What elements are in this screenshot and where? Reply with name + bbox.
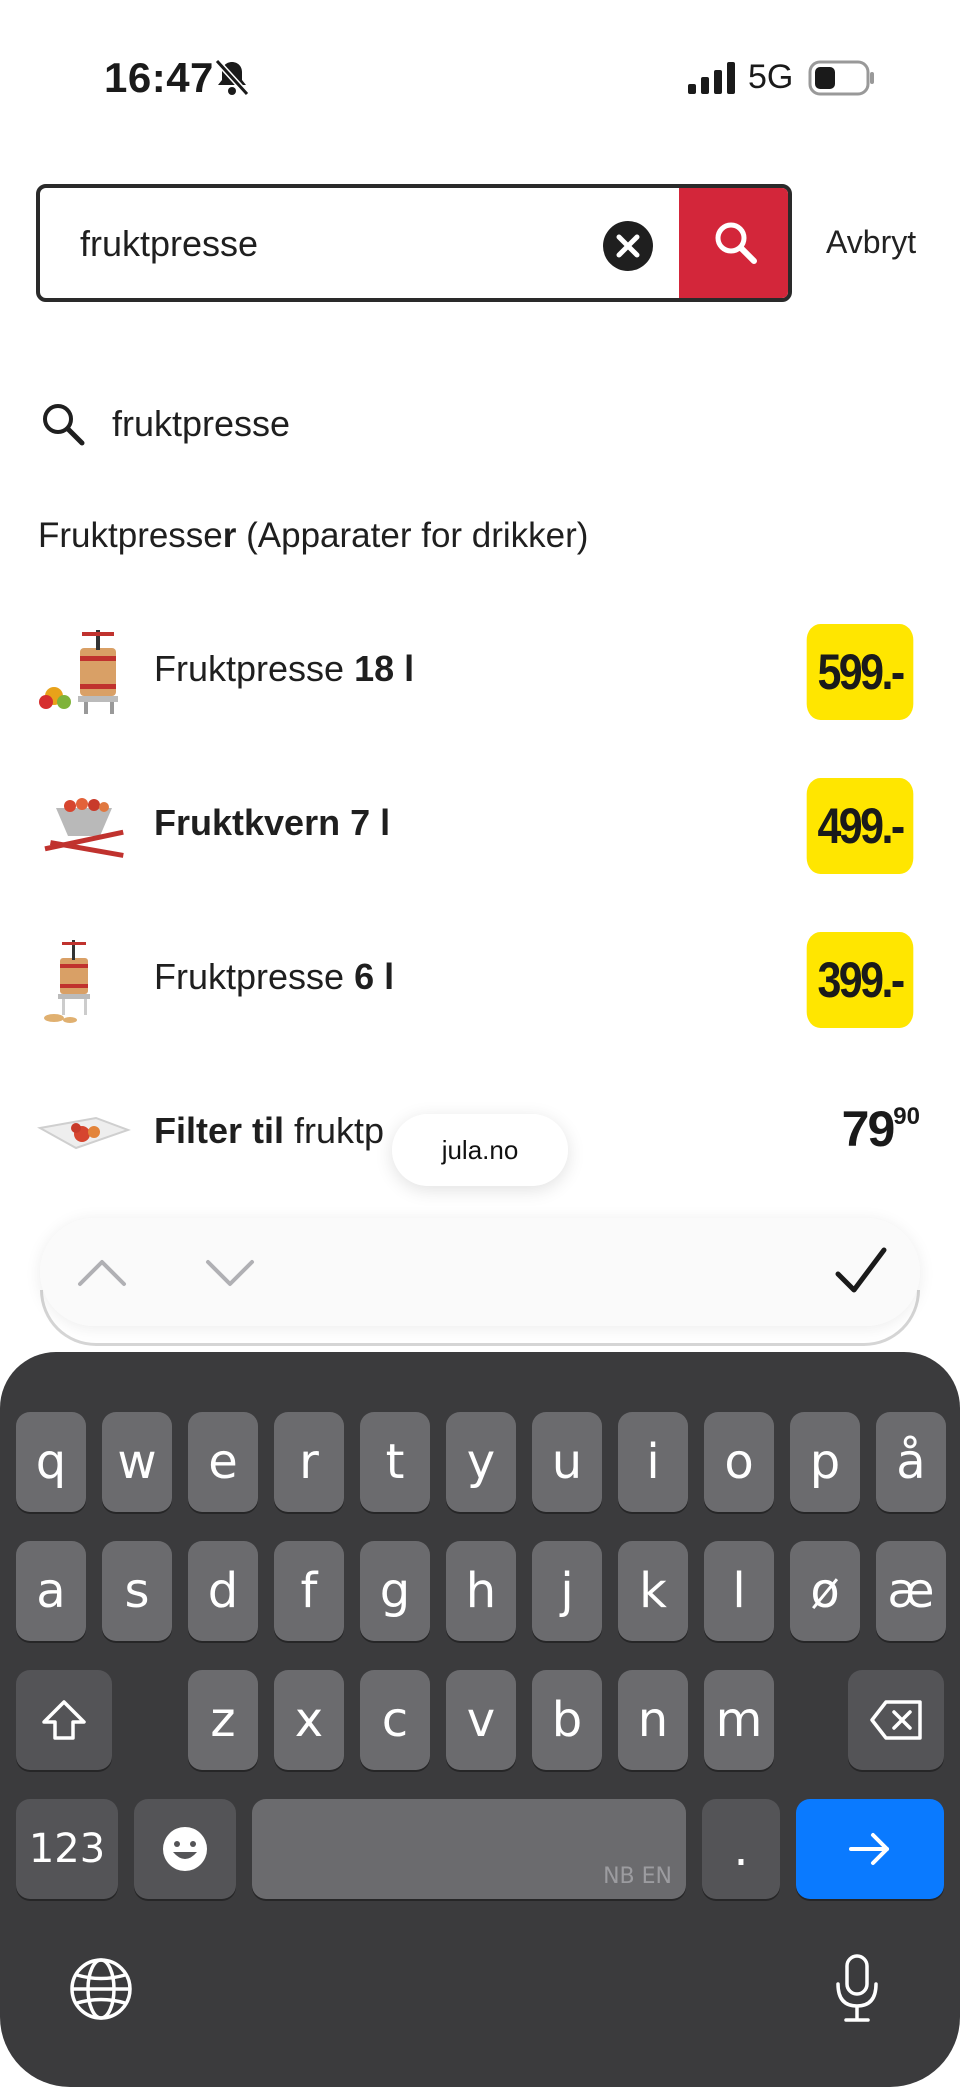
price-cents: 90: [893, 1103, 920, 1130]
category-context: (Apparater for drikker): [236, 516, 589, 555]
product-name-normal: Fruktpresse: [154, 956, 355, 997]
checkmark-icon[interactable]: [832, 1242, 890, 1300]
key-t[interactable]: t: [360, 1412, 430, 1512]
category-suggestion[interactable]: Fruktpresser (Apparater for drikker): [38, 516, 588, 556]
chevron-down-icon[interactable]: [202, 1248, 258, 1296]
bell-slash-icon: [214, 58, 250, 97]
key-v[interactable]: v: [446, 1670, 516, 1770]
product-name: Fruktpresse 6 l: [154, 956, 394, 998]
battery-icon: [808, 60, 874, 96]
period-key[interactable]: .: [702, 1799, 780, 1899]
key-aa[interactable]: å: [876, 1412, 946, 1512]
arrow-right-icon: [849, 1833, 889, 1865]
search-button[interactable]: [679, 188, 788, 298]
signal-icon: [688, 62, 735, 94]
key-x[interactable]: x: [274, 1670, 344, 1770]
backspace-icon: [870, 1700, 922, 1740]
delete-key[interactable]: [848, 1670, 944, 1770]
key-m[interactable]: m: [704, 1670, 774, 1770]
product-row[interactable]: Fruktkvern 7 l 499.-: [36, 770, 924, 880]
key-g[interactable]: g: [360, 1541, 430, 1641]
key-z[interactable]: z: [188, 1670, 258, 1770]
product-name: Filter til fruktp: [154, 1110, 384, 1152]
shift-key[interactable]: [16, 1670, 112, 1770]
numbers-key[interactable]: 123: [16, 1799, 118, 1899]
key-d[interactable]: d: [188, 1541, 258, 1641]
key-w[interactable]: w: [102, 1412, 172, 1512]
suggestion-text: fruktpresse: [112, 403, 291, 444]
globe-icon[interactable]: [68, 1956, 134, 2022]
close-icon: [616, 234, 640, 258]
key-n[interactable]: n: [618, 1670, 688, 1770]
key-oe[interactable]: ø: [790, 1541, 860, 1641]
shift-icon: [42, 1700, 86, 1740]
category-name-bold: r: [222, 516, 237, 555]
category-name: Fruktpresse: [38, 516, 223, 555]
product-name-normal: fruktp: [284, 1110, 385, 1151]
url-pill[interactable]: jula.no: [392, 1114, 568, 1186]
key-i[interactable]: i: [618, 1412, 688, 1512]
key-ae[interactable]: æ: [876, 1541, 946, 1641]
product-name-normal: Fruktpresse: [154, 648, 355, 689]
product-row[interactable]: Fruktpresse 6 l 399.-: [36, 924, 924, 1034]
price-tag: 499.-: [806, 778, 914, 874]
key-c[interactable]: c: [360, 1670, 430, 1770]
search-input[interactable]: [80, 216, 600, 272]
search-icon: [715, 222, 757, 264]
key-o[interactable]: o: [704, 1412, 774, 1512]
search-suggestion[interactable]: fruktpresse: [40, 396, 290, 452]
product-name-bold: 18 l: [354, 648, 415, 689]
chevron-up-icon[interactable]: [74, 1248, 130, 1296]
filter-bag-image: [37, 1116, 131, 1150]
key-k[interactable]: k: [618, 1541, 688, 1641]
fruit-grinder-image: [44, 798, 124, 858]
network-type: 5G: [748, 58, 794, 96]
key-q[interactable]: q: [16, 1412, 86, 1512]
key-r[interactable]: r: [274, 1412, 344, 1512]
fruit-press-image: [39, 630, 118, 714]
go-key[interactable]: [796, 1799, 944, 1899]
price-main: 79: [841, 1101, 896, 1157]
key-h[interactable]: h: [446, 1541, 516, 1641]
product-row[interactable]: Fruktpresse 18 l 599.-: [36, 616, 924, 726]
fruit-press-image: [44, 940, 90, 1023]
price-tag: 399.-: [806, 932, 914, 1028]
search-icon: [43, 404, 85, 446]
space-key[interactable]: NB EN: [252, 1799, 686, 1899]
key-y[interactable]: y: [446, 1412, 516, 1512]
clear-search-button[interactable]: [603, 221, 653, 271]
emoji-icon: [163, 1827, 207, 1871]
product-price: 7990: [842, 1100, 920, 1158]
key-a[interactable]: a: [16, 1541, 86, 1641]
key-l[interactable]: l: [704, 1541, 774, 1641]
cancel-button[interactable]: Avbryt: [826, 224, 916, 261]
microphone-icon[interactable]: [832, 1952, 882, 2026]
product-name: Fruktkvern 7 l: [154, 802, 390, 844]
price-tag: 599.-: [806, 624, 914, 720]
key-s[interactable]: s: [102, 1541, 172, 1641]
key-j[interactable]: j: [532, 1541, 602, 1641]
emoji-key[interactable]: [134, 1799, 236, 1899]
key-e[interactable]: e: [188, 1412, 258, 1512]
key-p[interactable]: p: [790, 1412, 860, 1512]
product-name-bold: Filter til: [154, 1110, 285, 1151]
product-name-bold: Fruktkvern 7 l: [154, 802, 391, 843]
key-b[interactable]: b: [532, 1670, 602, 1770]
key-u[interactable]: u: [532, 1412, 602, 1512]
keyboard-accessory-bar: [40, 1218, 920, 1326]
keyboard: q w e r t y u i o p å a s d f g h j k l …: [0, 1352, 960, 2087]
product-name: Fruktpresse 18 l: [154, 648, 414, 690]
status-time: 16:47: [104, 54, 214, 101]
search-box: [36, 184, 792, 302]
product-name-bold: 6 l: [354, 956, 395, 997]
key-f[interactable]: f: [274, 1541, 344, 1641]
space-language-hint: NB EN: [603, 1864, 672, 1889]
